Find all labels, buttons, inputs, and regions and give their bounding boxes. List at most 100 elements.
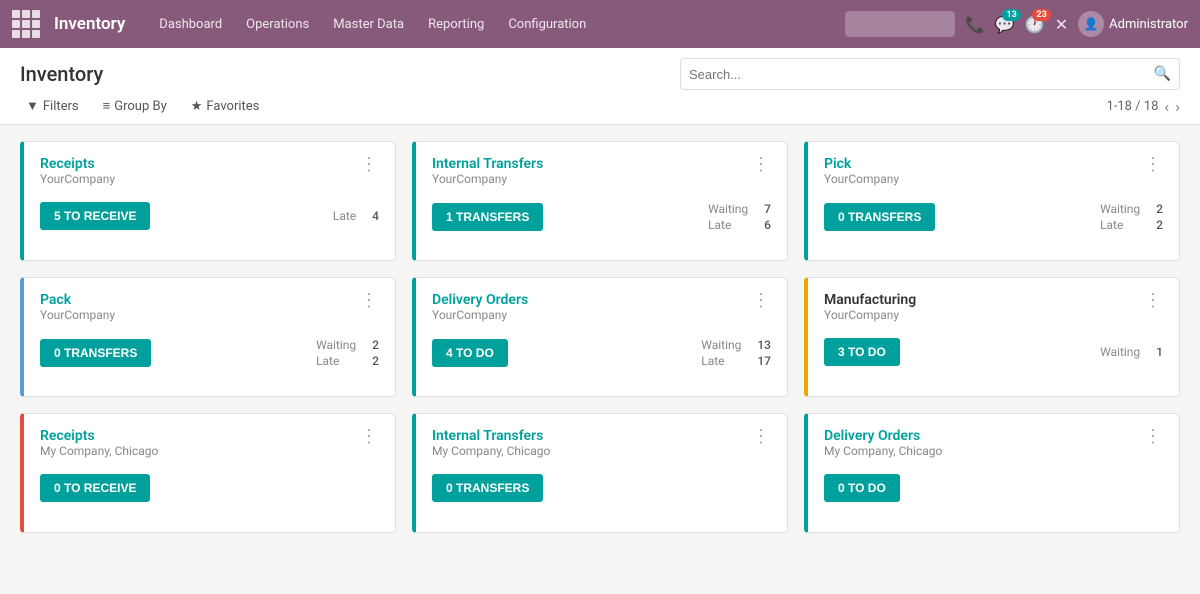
prev-page-button[interactable]: ‹ (1164, 97, 1169, 116)
stat-label: Waiting (316, 338, 356, 352)
nav-operations[interactable]: Operations (236, 11, 319, 38)
card-menu-icon[interactable]: ⋮ (752, 428, 771, 446)
card-body: 0 TO RECEIVE (40, 474, 379, 502)
card-title[interactable]: Internal Transfers (432, 156, 543, 172)
filter-icon: ▼ (26, 98, 39, 114)
card-item: Internal Transfers YourCompany ⋮ 1 TRANS… (412, 141, 788, 261)
top-navigation: Inventory Dashboard Operations Master Da… (0, 0, 1200, 48)
stat-label: Late (1100, 218, 1123, 232)
card-header: Delivery Orders My Company, Chicago ⋮ (824, 428, 1163, 470)
card-title[interactable]: Receipts (40, 428, 158, 444)
card-menu-icon[interactable]: ⋮ (360, 292, 379, 310)
card-action-button[interactable]: 4 TO DO (432, 339, 508, 367)
search-input[interactable] (689, 67, 1154, 82)
main-menu: Dashboard Operations Master Data Reporti… (149, 11, 837, 38)
stat-label: Waiting (1100, 202, 1140, 216)
card-company: My Company, Chicago (824, 444, 942, 458)
card-action-button[interactable]: 5 TO RECEIVE (40, 202, 150, 230)
card-menu-icon[interactable]: ⋮ (1144, 428, 1163, 446)
card-title[interactable]: Delivery Orders (824, 428, 942, 444)
stat-value: 2 (1156, 202, 1163, 216)
card-body: 0 TRANSFERS Waiting 2 Late 2 (40, 338, 379, 368)
card-action-button[interactable]: 1 TRANSFERS (432, 203, 543, 231)
close-icon[interactable]: ✕ (1055, 15, 1068, 34)
phone-icon[interactable]: 📞 (965, 15, 985, 34)
card-menu-icon[interactable]: ⋮ (1144, 292, 1163, 310)
card-body: 0 TRANSFERS Waiting 2 Late 2 (824, 202, 1163, 232)
nav-master-data[interactable]: Master Data (323, 11, 414, 38)
card-menu-icon[interactable]: ⋮ (752, 292, 771, 310)
card-action-button[interactable]: 0 TO RECEIVE (40, 474, 150, 502)
activity-icon[interactable]: 🕐 23 (1025, 15, 1045, 34)
card-company: YourCompany (40, 308, 115, 322)
stat-value: 2 (1156, 218, 1163, 232)
groupby-icon: ≡ (103, 98, 111, 114)
card-item: Manufacturing YourCompany ⋮ 3 TO DO Wait… (804, 277, 1180, 397)
card-company: YourCompany (824, 172, 899, 186)
card-title[interactable]: Delivery Orders (432, 292, 528, 308)
stat-value: 13 (757, 338, 771, 352)
activity-badge: 23 (1032, 9, 1050, 21)
card-action-button[interactable]: 0 TRANSFERS (824, 203, 935, 231)
card-title[interactable]: Pack (40, 292, 115, 308)
search-container: 🔍 (680, 58, 1180, 90)
stat-value: 6 (764, 218, 771, 232)
stat-row: Late 4 (333, 209, 379, 223)
nav-dashboard[interactable]: Dashboard (149, 11, 232, 38)
stat-label: Waiting (708, 202, 748, 216)
search-icon[interactable]: 🔍 (1154, 66, 1171, 82)
chat-icon[interactable]: 💬 13 (995, 15, 1015, 34)
card-company: My Company, Chicago (432, 444, 550, 458)
user-menu[interactable]: 👤 Administrator (1078, 11, 1188, 37)
subheader-row2: ▼ Filters ≡ Group By ★ Favorites 1-18 / … (20, 96, 1180, 124)
stat-row: Waiting 2 (1100, 202, 1163, 216)
apps-grid-icon[interactable] (12, 10, 40, 38)
card-title[interactable]: Manufacturing (824, 292, 916, 308)
card-company: My Company, Chicago (40, 444, 158, 458)
user-name: Administrator (1109, 17, 1188, 32)
card-title[interactable]: Internal Transfers (432, 428, 550, 444)
card-action-button[interactable]: 3 TO DO (824, 338, 900, 366)
card-item: Receipts YourCompany ⋮ 5 TO RECEIVE Late… (20, 141, 396, 261)
stat-value: 2 (372, 338, 379, 352)
favorites-button[interactable]: ★ Favorites (185, 96, 266, 116)
card-title[interactable]: Receipts (40, 156, 115, 172)
card-body: 5 TO RECEIVE Late 4 (40, 202, 379, 230)
card-title[interactable]: Pick (824, 156, 899, 172)
stat-row: Waiting 13 (701, 338, 771, 352)
filter-bar: ▼ Filters ≡ Group By ★ Favorites (20, 96, 265, 116)
card-action-button[interactable]: 0 TRANSFERS (432, 474, 543, 502)
groupby-button[interactable]: ≡ Group By (97, 96, 173, 116)
brand-logo: Inventory (54, 14, 125, 34)
card-header: Receipts My Company, Chicago ⋮ (40, 428, 379, 470)
card-action-button[interactable]: 0 TRANSFERS (40, 339, 151, 367)
card-menu-icon[interactable]: ⋮ (752, 156, 771, 174)
card-body: 3 TO DO Waiting 1 (824, 338, 1163, 366)
card-menu-icon[interactable]: ⋮ (360, 428, 379, 446)
stat-value: 1 (1156, 345, 1163, 359)
card-company: YourCompany (432, 308, 528, 322)
favorites-label: Favorites (206, 99, 259, 114)
stat-label: Late (701, 354, 724, 368)
card-header: Pack YourCompany ⋮ (40, 292, 379, 334)
main-content: Receipts YourCompany ⋮ 5 TO RECEIVE Late… (0, 125, 1200, 549)
card-item: Pack YourCompany ⋮ 0 TRANSFERS Waiting 2… (20, 277, 396, 397)
stat-label: Late (316, 354, 339, 368)
card-menu-icon[interactable]: ⋮ (1144, 156, 1163, 174)
stat-label: Waiting (1100, 345, 1140, 359)
card-header: Manufacturing YourCompany ⋮ (824, 292, 1163, 334)
nav-reporting[interactable]: Reporting (418, 11, 494, 38)
card-action-button[interactable]: 0 TO DO (824, 474, 900, 502)
card-stats: Late 4 (333, 209, 379, 223)
card-menu-icon[interactable]: ⋮ (360, 156, 379, 174)
stat-value: 17 (757, 354, 771, 368)
filters-button[interactable]: ▼ Filters (20, 96, 85, 116)
card-body: 4 TO DO Waiting 13 Late 17 (432, 338, 771, 368)
stat-row: Late 2 (316, 354, 379, 368)
stat-row: Waiting 7 (708, 202, 771, 216)
nav-configuration[interactable]: Configuration (498, 11, 596, 38)
card-stats: Waiting 7 Late 6 (708, 202, 771, 232)
stat-row: Waiting 1 (1100, 345, 1163, 359)
next-page-button[interactable]: › (1175, 97, 1180, 116)
groupby-label: Group By (114, 99, 167, 114)
